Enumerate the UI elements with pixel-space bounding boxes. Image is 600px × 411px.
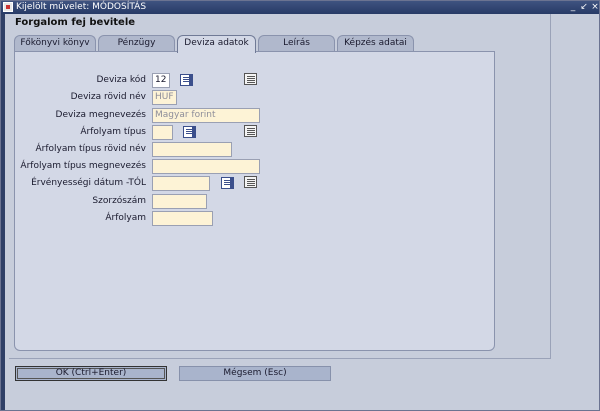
editor-icon[interactable] — [244, 125, 257, 137]
deviza-megnevezes-label: Deviza megnevezés — [55, 110, 146, 120]
close-icon[interactable]: × — [590, 2, 600, 12]
minimize-icon[interactable]: _ — [568, 2, 578, 12]
deviza-rovid-nev-field[interactable]: HUF — [152, 90, 177, 105]
cancel-button[interactable]: Mégsem (Esc) — [179, 366, 331, 381]
deviza-kod-field[interactable]: 12 — [152, 73, 170, 88]
arfolyam-tipus-megnevezes-label: Árfolyam típus megnevezés — [20, 161, 146, 171]
tab-deviza-adatok[interactable]: Deviza adatok — [177, 35, 256, 53]
arfolyam-tipus-rovid-nev-label: Árfolyam típus rövid név — [35, 144, 146, 154]
deviza-megnevezes-field[interactable]: Magyar forint — [152, 108, 260, 123]
tab-fokonyvi-konyv[interactable]: Főkönyvi könyv — [14, 35, 96, 51]
left-rail — [1, 14, 5, 410]
arfolyam-tipus-field[interactable] — [152, 125, 173, 140]
arfolyam-tipus-label: Árfolyam típus — [80, 127, 146, 137]
list-of-values-icon[interactable] — [183, 126, 196, 138]
arfolyam-label: Árfolyam — [105, 213, 146, 223]
title-bar[interactable]: Kijelölt művelet: MÓDOSÍTÁS _ ↙ × — [1, 1, 599, 14]
calendar-icon[interactable] — [221, 177, 234, 189]
app-icon — [3, 2, 13, 12]
editor-icon[interactable] — [244, 73, 257, 85]
ok-button[interactable]: OK (Ctrl+Enter) — [15, 366, 167, 381]
szorzoszam-label: Szorzószám — [92, 196, 146, 206]
tab-leiras[interactable]: Leírás — [258, 35, 335, 51]
ervenyessegi-datum-field[interactable] — [152, 176, 210, 191]
deviza-kod-label: Deviza kód — [96, 75, 146, 85]
divider — [9, 358, 550, 359]
tab-kepzes-adatai[interactable]: Képzés adatai — [337, 35, 414, 51]
arfolyam-tipus-rovid-nev-field[interactable] — [152, 142, 232, 157]
tab-penzugy[interactable]: Pénzügy — [98, 35, 175, 51]
arfolyam-field[interactable] — [152, 211, 213, 226]
deviza-rovid-nev-label: Deviza rövid név — [70, 92, 146, 102]
divider-vertical — [550, 14, 551, 359]
page-title: Forgalom fej bevitele — [15, 17, 136, 28]
app-window: Kijelölt művelet: MÓDOSÍTÁS _ ↙ × Forgal… — [0, 0, 600, 411]
window-title: Kijelölt művelet: MÓDOSÍTÁS — [16, 2, 147, 12]
szorzoszam-field[interactable] — [152, 194, 207, 209]
ervenyessegi-datum-label: Érvényességi dátum -TÓL — [31, 178, 146, 188]
editor-icon[interactable] — [244, 176, 257, 188]
arfolyam-tipus-megnevezes-field[interactable] — [152, 159, 260, 174]
list-of-values-icon[interactable] — [180, 74, 193, 86]
restore-icon[interactable]: ↙ — [579, 2, 589, 12]
